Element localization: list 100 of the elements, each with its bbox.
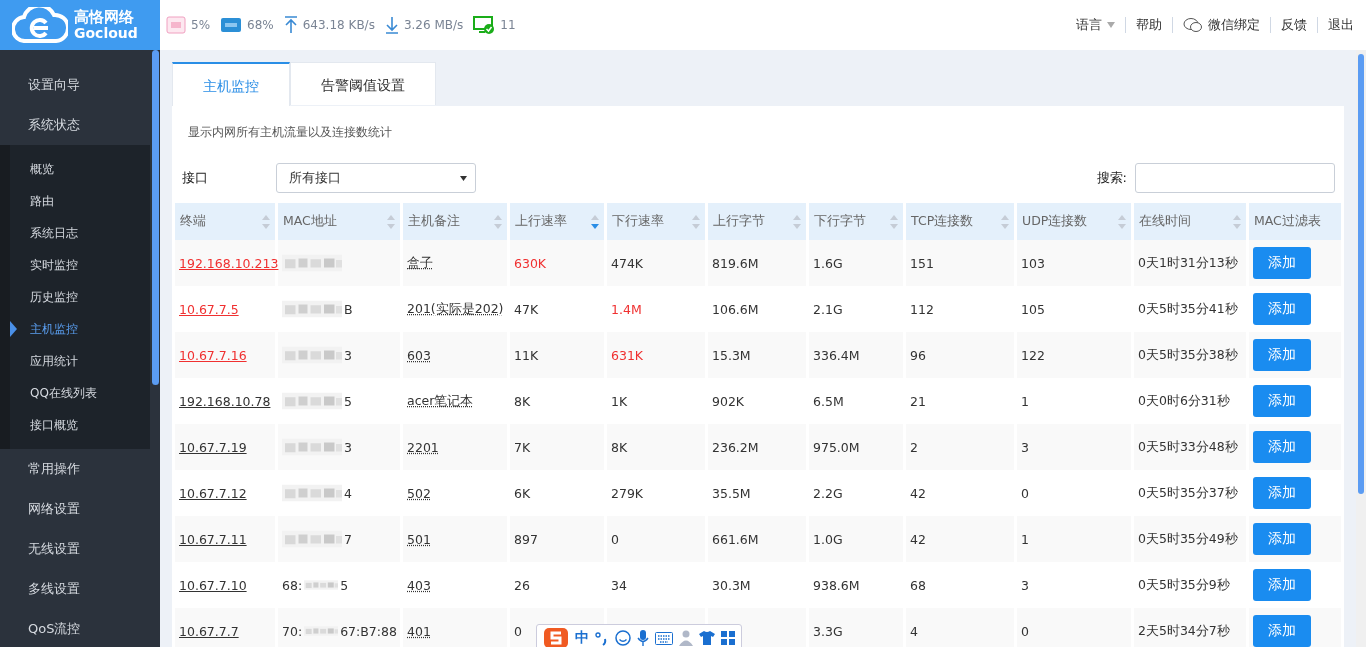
host-note-link[interactable]: 603: [407, 347, 431, 363]
host-note-link[interactable]: 2201: [407, 439, 439, 455]
submenu-item[interactable]: 系统日志: [10, 217, 150, 249]
top-link[interactable]: 反馈: [1281, 16, 1307, 34]
keyboard-icon[interactable]: [655, 631, 673, 645]
table-cell: 15.3M: [712, 347, 751, 363]
grid-icon[interactable]: [721, 631, 735, 645]
menu-item[interactable]: 无线设置: [0, 529, 150, 569]
chat-bubbles-icon: [1183, 17, 1203, 33]
host-note-link[interactable]: 403: [407, 577, 431, 593]
mac-fragment: B: [344, 301, 353, 317]
top-link[interactable]: 语言: [1076, 16, 1115, 34]
table-cell: 0天5时35分49秒: [1138, 530, 1238, 546]
sort-arrows-icon: [692, 214, 700, 229]
mac-fragment: 68:: [282, 577, 303, 593]
submenu-item[interactable]: 路由: [10, 185, 150, 217]
table-cell: 8K: [611, 439, 628, 455]
ime-logo-icon[interactable]: [543, 627, 569, 647]
table-cell: 1: [1021, 393, 1029, 409]
host-note-link[interactable]: 501: [407, 531, 431, 547]
submenu-item[interactable]: 历史监控: [10, 281, 150, 313]
menu-item[interactable]: 多线设置: [0, 569, 150, 609]
submenu-item[interactable]: 实时监控: [10, 249, 150, 281]
search-field[interactable]: [1135, 163, 1335, 193]
tab[interactable]: 主机监控: [172, 62, 290, 106]
table-cell: 1: [1021, 531, 1029, 547]
ip-link[interactable]: 10.67.7.12: [179, 485, 247, 501]
scrollbar-thumb[interactable]: [1358, 54, 1364, 494]
emoji-icon[interactable]: [615, 630, 631, 646]
column-header[interactable]: 在线时间: [1134, 203, 1246, 240]
scrollbar-thumb[interactable]: [151, 50, 159, 385]
ip-link[interactable]: 192.168.10.213: [179, 255, 279, 271]
menu-item[interactable]: 常用操作: [0, 449, 150, 489]
table-cell: 3: [1021, 577, 1029, 593]
host-note-link[interactable]: 盒子: [407, 254, 433, 270]
submenu-item[interactable]: QQ在线列表: [10, 377, 150, 409]
interface-label: 接口: [182, 169, 208, 187]
ip-link[interactable]: 192.168.10.78: [179, 393, 271, 409]
column-header[interactable]: MAC地址: [278, 203, 400, 240]
status-value: 643.18 KB/s: [302, 18, 375, 32]
column-header[interactable]: 终端: [175, 203, 275, 240]
microphone-icon[interactable]: [637, 629, 649, 647]
table-cell: 1.4M: [611, 301, 642, 317]
table-cell: 279K: [611, 485, 644, 501]
tab[interactable]: 告警阈值设置: [290, 62, 436, 105]
ip-link[interactable]: 10.67.7.5: [179, 301, 239, 317]
interface-select[interactable]: 所有接口: [276, 163, 476, 193]
punctuation-icon[interactable]: [595, 630, 609, 646]
host-note-link[interactable]: 201(实际是202): [407, 300, 504, 316]
table-cell: 21: [910, 393, 926, 409]
table-cell: 2: [910, 439, 918, 455]
ime-mode[interactable]: 中: [575, 629, 589, 647]
search-label: 搜索:: [1096, 169, 1127, 187]
table-cell: 0: [514, 623, 522, 639]
column-header[interactable]: 下行速率: [607, 203, 705, 240]
description-text: 显示内网所有主机流量以及连接数统计: [187, 124, 393, 141]
top-link[interactable]: 帮助: [1136, 16, 1162, 34]
column-header[interactable]: 下行字节: [809, 203, 903, 240]
table-cell: 336.4M: [813, 347, 860, 363]
submenu-item[interactable]: 应用统计: [10, 345, 150, 377]
table-cell: 630K: [514, 255, 547, 271]
table-cell: 35.5M: [712, 485, 751, 501]
column-header[interactable]: TCP连接数: [906, 203, 1014, 240]
mac-fragment: 5: [340, 577, 349, 593]
menu-item[interactable]: 网络设置: [0, 489, 150, 529]
table-cell: 631K: [611, 347, 644, 363]
column-header[interactable]: 上行速率: [510, 203, 604, 240]
table-cell: 26: [514, 577, 530, 593]
table-cell: 122: [1021, 347, 1045, 363]
submenu-item[interactable]: 概览: [10, 153, 150, 185]
column-header[interactable]: UDP连接数: [1017, 203, 1131, 240]
menu-item[interactable]: QoS流控: [0, 609, 150, 647]
shirt-icon[interactable]: [699, 630, 715, 646]
host-note-link[interactable]: 401: [407, 623, 431, 639]
table-cell: 34: [611, 577, 627, 593]
top-link[interactable]: 退出: [1328, 16, 1354, 34]
submenu-item[interactable]: 主机监控: [10, 313, 150, 345]
ram-chip-icon: [220, 16, 243, 34]
column-header[interactable]: 上行字节: [708, 203, 806, 240]
menu-item[interactable]: 设置向导: [0, 65, 150, 105]
host-note-link[interactable]: 502: [407, 485, 431, 501]
menu-item[interactable]: 系统状态: [0, 105, 150, 145]
host-note-link[interactable]: acer笔记本: [407, 392, 474, 408]
table-cell: 0天5时35分41秒: [1138, 300, 1238, 316]
sort-arrows-icon: [890, 214, 898, 229]
sort-arrows-icon: [1233, 214, 1241, 229]
ip-link[interactable]: 10.67.7.10: [179, 577, 247, 593]
column-header[interactable]: 主机备注: [403, 203, 507, 240]
submenu-item[interactable]: 接口概览: [10, 409, 150, 441]
table-cell: 975.0M: [813, 439, 860, 455]
blurred-mac-address: [282, 390, 342, 412]
table-cell: 96: [910, 347, 926, 363]
table-cell: 0天1时31分13秒: [1138, 254, 1238, 270]
mac-fragment: 70:: [282, 623, 303, 639]
table-cell: 7K: [514, 439, 531, 455]
top-link[interactable]: 微信绑定: [1183, 16, 1260, 34]
table-cell: 1.0G: [813, 531, 843, 547]
sort-arrows-icon: [793, 214, 801, 229]
blurred-mac-address: [282, 482, 342, 504]
status-value: 5%: [191, 18, 211, 32]
